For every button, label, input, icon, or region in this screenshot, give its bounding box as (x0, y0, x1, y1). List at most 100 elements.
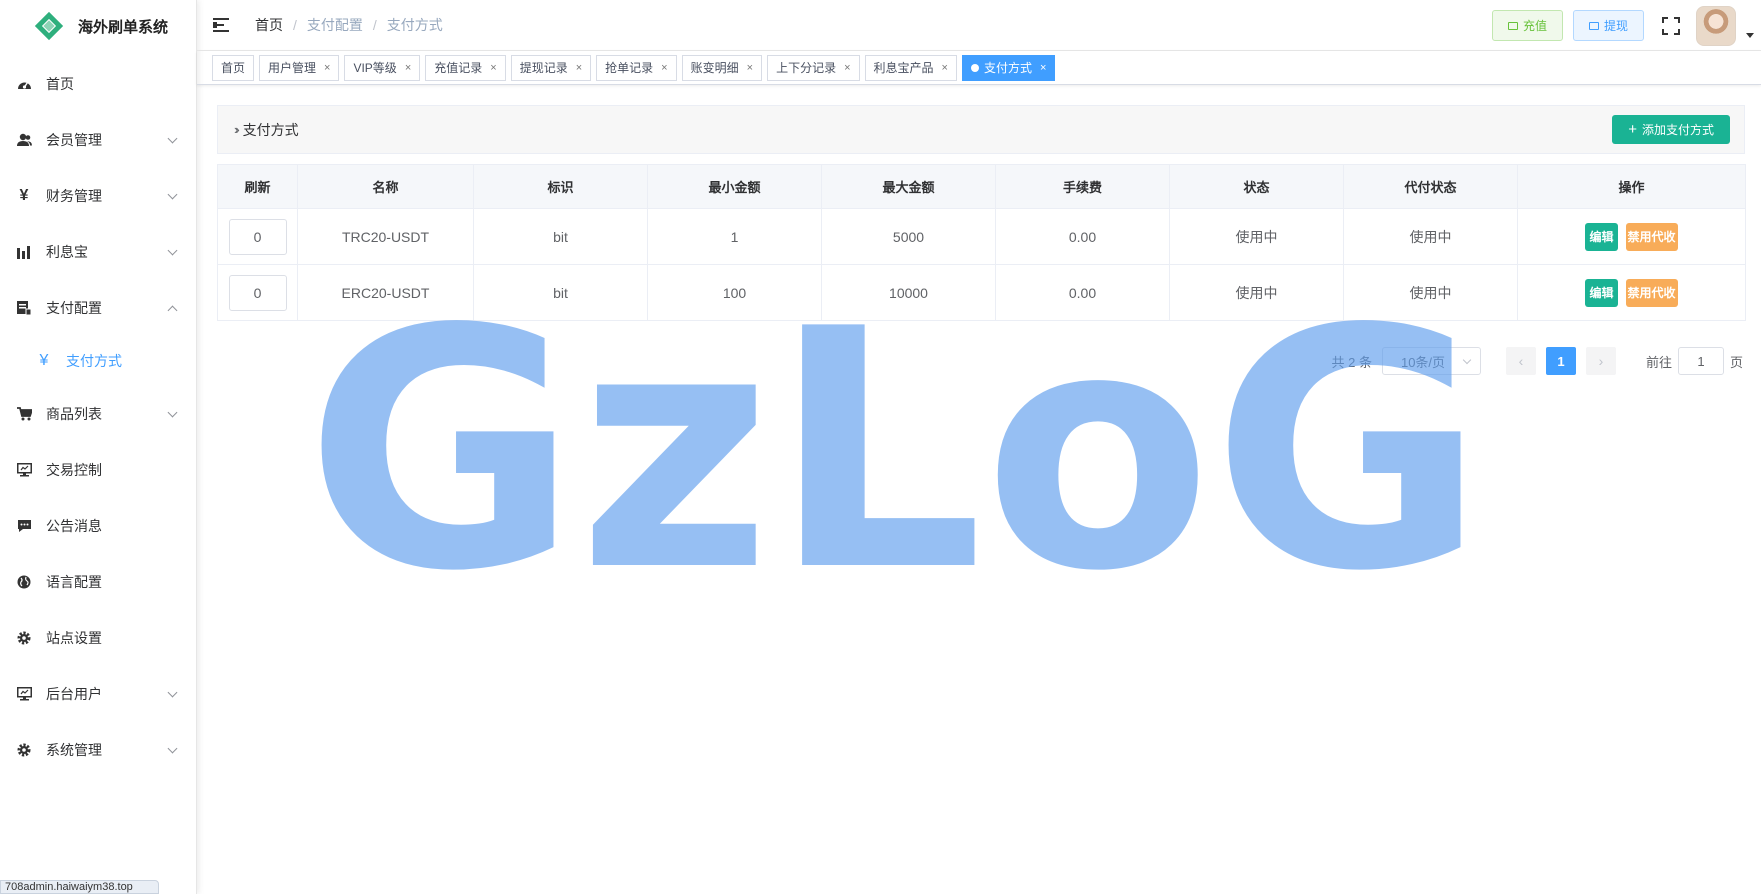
code-cell: bit (473, 208, 648, 265)
sidebar-item-trade-control[interactable]: 交易控制 (0, 442, 196, 498)
column-header: 状态 (1169, 164, 1344, 209)
column-header: 最大金额 (821, 164, 996, 209)
sidebar-item-home[interactable]: 首页 (0, 56, 196, 112)
close-icon[interactable]: × (324, 62, 330, 74)
close-icon[interactable]: × (405, 62, 411, 74)
close-icon[interactable]: × (844, 62, 850, 74)
tag-credit-records[interactable]: 上下分记录 × (767, 54, 860, 81)
page-title-text: 支付方式 (242, 121, 299, 138)
close-icon[interactable]: × (747, 62, 753, 74)
sidebar-item-language[interactable]: 语言配置 (0, 554, 196, 610)
column-header: 手续费 (995, 164, 1170, 209)
monitor-icon (16, 686, 32, 702)
prev-page-button[interactable]: ‹ (1505, 347, 1536, 375)
active-dot-icon (970, 63, 979, 72)
chevron-left-icon: ‹ (1518, 353, 1524, 369)
tag-user-management[interactable]: 用户管理 × (259, 54, 340, 81)
status-cell[interactable]: 使用中 (1169, 264, 1344, 321)
sidebar-item-label: 会员管理 (46, 132, 102, 148)
close-icon[interactable]: × (1040, 62, 1046, 74)
withdraw-button[interactable]: 提现 (1572, 10, 1644, 41)
refresh-cell: 0 (217, 264, 298, 321)
sidebar-item-finance[interactable]: ¥ 财务管理 (0, 168, 196, 224)
next-page-button[interactable]: › (1585, 347, 1616, 375)
tag-recharge-records[interactable]: 充值记录 × (425, 54, 506, 81)
header-actions: 充值 提现 (1491, 0, 1761, 51)
sidebar-item-label: 语言配置 (46, 574, 102, 590)
close-icon[interactable]: × (490, 62, 496, 74)
page-number-current[interactable]: 1 (1545, 347, 1576, 375)
max-amount-cell: 5000 (821, 208, 996, 265)
fee-cell: 0.00 (995, 264, 1170, 321)
sidebar-item-members[interactable]: 会员管理 (0, 112, 196, 168)
status-cell[interactable]: 使用中 (1169, 208, 1344, 265)
name-cell: ERC20-USDT (297, 264, 474, 321)
sidebar-item-admin-users[interactable]: 后台用户 (0, 666, 196, 722)
hamburger-icon[interactable] (213, 18, 231, 32)
sidebar-item-interest[interactable]: 利息宝 (0, 224, 196, 280)
logo[interactable]: 海外刷单系统 (0, 0, 196, 52)
refresh-input[interactable]: 0 (228, 274, 287, 311)
avatar[interactable] (1696, 5, 1736, 46)
actions-cell: 编辑 禁用代收 (1517, 264, 1746, 321)
refresh-input[interactable]: 0 (228, 218, 287, 255)
sidebar-subitem-payment-methods[interactable]: ¥ 支付方式 (0, 336, 196, 386)
sidebar-item-products[interactable]: 商品列表 (0, 386, 196, 442)
tags-view: 首页 用户管理 × VIP等级 × 充值记录 × 提现记录 × 抢单记录 × 账变明细 × … (197, 51, 1761, 85)
chevron-down-icon (167, 407, 178, 417)
disable-collection-button[interactable]: 禁用代收 (1625, 278, 1678, 307)
disable-collection-button[interactable]: 禁用代收 (1625, 222, 1678, 251)
withdraw-label: 提现 (1603, 19, 1628, 33)
add-payment-method-button[interactable]: + 添加支付方式 (1612, 115, 1730, 144)
edit-button[interactable]: 编辑 (1585, 222, 1618, 251)
sidebar-item-site-settings[interactable]: 站点设置 (0, 610, 196, 666)
column-header: 代付状态 (1343, 164, 1518, 209)
chevron-down-icon (1462, 355, 1472, 365)
pagination: 共 2 条 10条/页 ‹ 1 › 前往 1 页 (1331, 347, 1743, 375)
status-url: 708admin.haiwaiym38.top (0, 880, 159, 894)
breadcrumb: 首页 / 支付配置 / 支付方式 (255, 15, 443, 35)
double-chevron-right-icon: ›› (234, 122, 239, 137)
gear-icon (16, 630, 32, 646)
tag-balance-details[interactable]: 账变明细 × (681, 54, 763, 81)
chevron-down-icon (167, 189, 178, 199)
bar-chart-icon (16, 244, 32, 260)
sidebar-item-system[interactable]: 系统管理 (0, 722, 196, 778)
code-cell: bit (473, 264, 648, 321)
edit-button[interactable]: 编辑 (1585, 278, 1618, 307)
monitor-icon (16, 462, 32, 478)
users-icon (16, 132, 32, 148)
fullscreen-icon[interactable] (1662, 16, 1680, 35)
tag-label: 账变明细 (690, 61, 739, 75)
close-icon[interactable]: × (942, 62, 948, 74)
chevron-down-icon (167, 245, 178, 255)
tag-withdraw-records[interactable]: 提现记录 × (510, 54, 592, 81)
goto-suffix: 页 (1729, 354, 1743, 370)
sidebar-item-label: 利息宝 (46, 244, 88, 260)
tag-interest-products[interactable]: 利息宝产品 × (864, 54, 957, 81)
goto-label: 前往 (1645, 354, 1672, 370)
tag-payment-methods[interactable]: 支付方式 × (961, 54, 1056, 81)
sidebar-item-label: 公告消息 (46, 518, 102, 534)
tag-order-records[interactable]: 抢单记录 × (596, 54, 677, 81)
breadcrumb-item[interactable]: 首页 (255, 15, 283, 35)
tag-vip-level[interactable]: VIP等级 × (344, 54, 421, 81)
sidebar-item-payment-config[interactable]: 支付配置 (0, 280, 196, 336)
sidebar-item-label: 交易控制 (46, 462, 102, 478)
page-size-value: 10条/页 (1400, 354, 1446, 370)
recharge-button[interactable]: 充值 (1491, 10, 1563, 41)
caret-down-icon[interactable] (1746, 33, 1754, 38)
actions-cell: 编辑 禁用代收 (1517, 208, 1746, 265)
payout-status-cell[interactable]: 使用中 (1343, 264, 1518, 321)
tag-home[interactable]: 首页 (212, 54, 255, 81)
sidebar: 海外刷单系统 首页 会员管理 ¥ 财务管理 利息宝 支付配置 ¥ 支付方式 商品… (0, 0, 197, 894)
close-icon[interactable]: × (661, 62, 667, 74)
close-icon[interactable]: × (576, 62, 582, 74)
add-payment-method-label: 添加支付方式 (1641, 123, 1714, 137)
tag-label: 利息宝产品 (873, 61, 934, 75)
sidebar-item-announcements[interactable]: 公告消息 (0, 498, 196, 554)
page-size-select[interactable]: 10条/页 (1381, 347, 1481, 375)
pagination-total: 共 2 条 (1331, 354, 1372, 370)
goto-page-input[interactable]: 1 (1677, 347, 1724, 375)
payout-status-cell[interactable]: 使用中 (1343, 208, 1518, 265)
